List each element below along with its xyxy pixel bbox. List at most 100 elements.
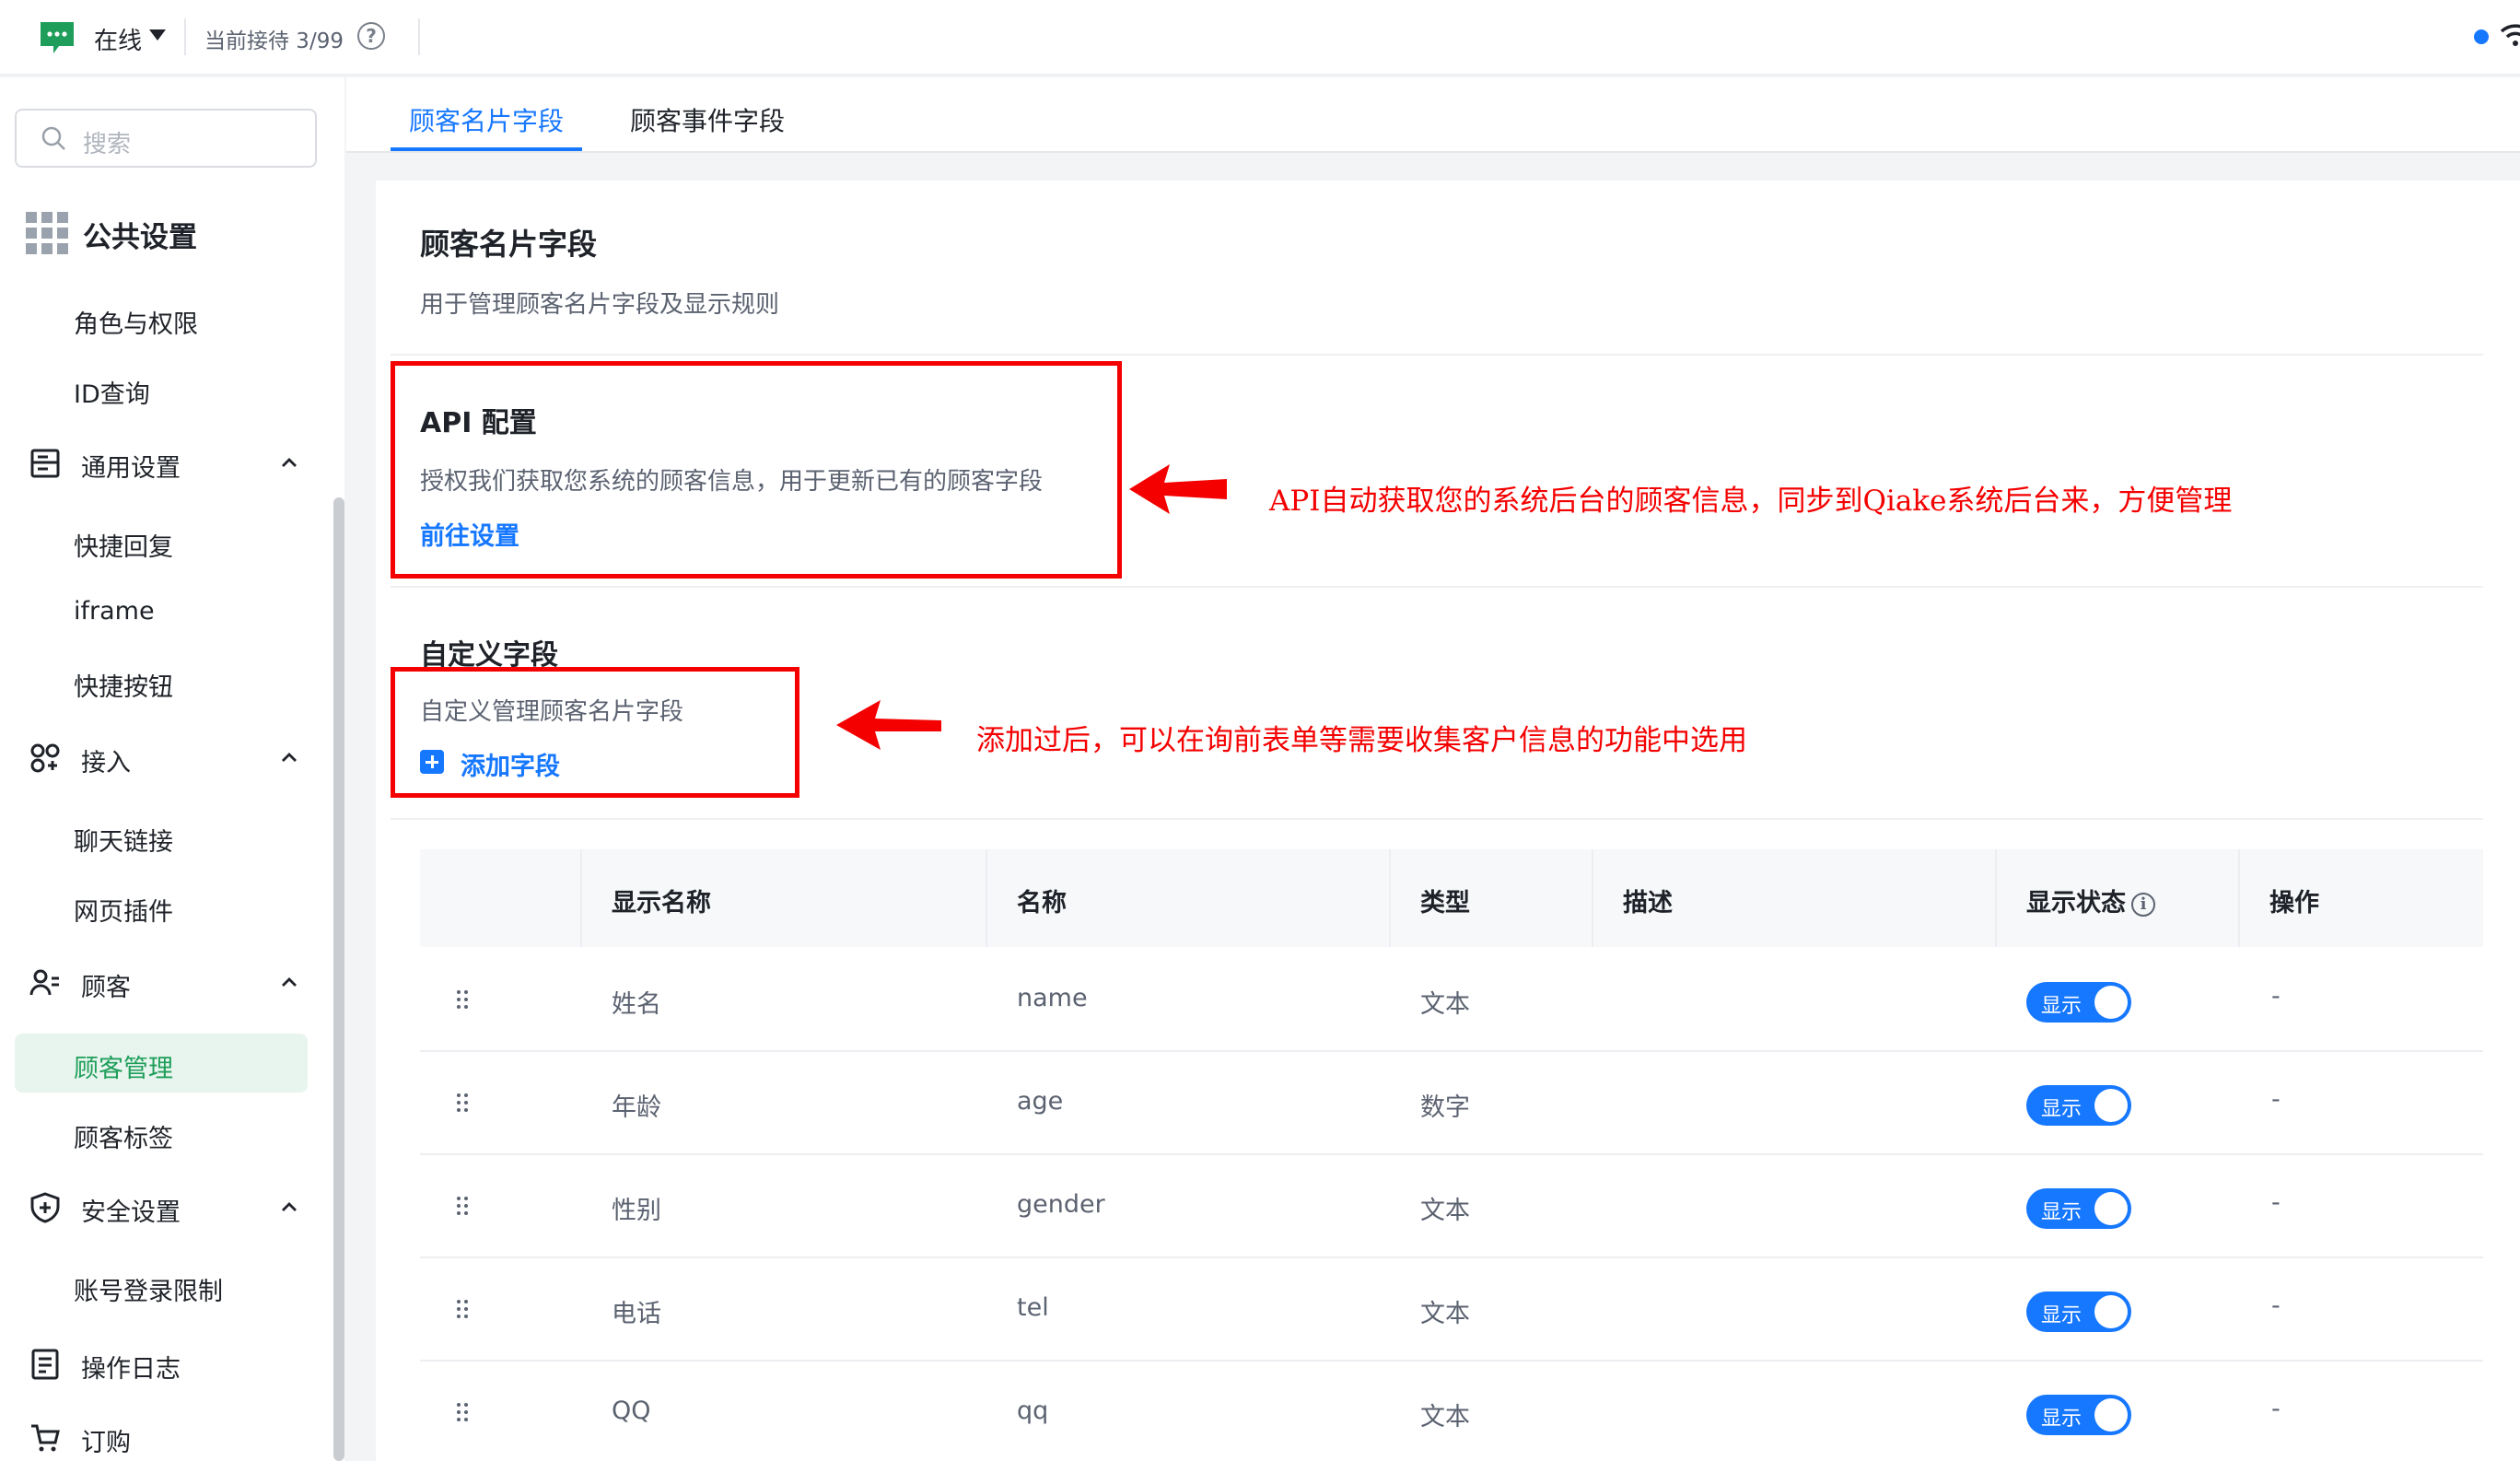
- user-list-icon: [29, 969, 59, 996]
- reception-count: 当前接待 3/99: [204, 29, 344, 53]
- info-icon[interactable]: i: [2131, 893, 2155, 917]
- divider: [391, 354, 2483, 356]
- column-type: 类型: [1420, 889, 1470, 918]
- sidebar-group-access[interactable]: 接入: [0, 730, 344, 785]
- table-header: 显示名称 名称 类型 描述 显示状态 i 操作: [420, 849, 2483, 947]
- tab-bar: 顾客名片字段 顾客事件字段: [346, 77, 2520, 153]
- page-title: 顾客名片字段: [420, 227, 598, 262]
- sidebar-group-customer[interactable]: 顾客: [0, 954, 344, 1010]
- sidebar-item-web-plugin[interactable]: 网页插件: [15, 877, 308, 936]
- online-status[interactable]: 在线: [94, 22, 142, 56]
- arrow-left-icon: [1129, 464, 1227, 514]
- drag-handle-icon[interactable]: [455, 989, 470, 1010]
- connection-dot-icon: [2474, 29, 2489, 44]
- sidebar-item-customer-tags[interactable]: 顾客标签: [15, 1104, 308, 1163]
- chevron-up-icon: [282, 1202, 297, 1211]
- display-toggle[interactable]: 显示: [2026, 982, 2131, 1023]
- sidebar-item-quick-button[interactable]: 快捷按钮: [15, 652, 308, 711]
- cell-type: 文本: [1420, 990, 1470, 1019]
- divider: [184, 18, 186, 55]
- cell-name: age: [1017, 1087, 1064, 1116]
- cell-operation: -: [2271, 1395, 2281, 1423]
- table-row: 年龄 age 数字 显示 -: [420, 1052, 2483, 1155]
- cell-display-name: 性别: [612, 1197, 661, 1225]
- shield-icon: [30, 1192, 60, 1223]
- wifi-icon: [2500, 24, 2520, 46]
- column-description: 描述: [1623, 889, 1673, 918]
- cell-display-name: 姓名: [612, 990, 661, 1019]
- display-toggle[interactable]: 显示: [2026, 1292, 2131, 1332]
- chevron-down-icon[interactable]: [149, 29, 166, 41]
- column-name: 名称: [1017, 889, 1067, 918]
- chevron-up-icon: [282, 977, 297, 987]
- cell-type: 文本: [1420, 1300, 1470, 1328]
- column-divider: [986, 849, 987, 947]
- cart-icon: [31, 1424, 60, 1452]
- cell-type: 数字: [1420, 1093, 1470, 1122]
- cell-operation: -: [2271, 1085, 2281, 1114]
- display-toggle[interactable]: 显示: [2026, 1395, 2131, 1435]
- cell-name: name: [1017, 984, 1088, 1012]
- column-display-status: 显示状态 i: [2026, 882, 2155, 918]
- layout-icon: [30, 449, 60, 478]
- display-toggle[interactable]: 显示: [2026, 1085, 2131, 1126]
- sidebar-item-login-limit[interactable]: 账号登录限制: [15, 1256, 308, 1315]
- cell-operation: -: [2271, 1292, 2281, 1320]
- highlight-box-api: [391, 361, 1122, 579]
- chevron-up-icon: [282, 753, 297, 762]
- tab-customer-card-fields[interactable]: 顾客名片字段: [409, 101, 564, 138]
- cell-type: 文本: [1420, 1403, 1470, 1432]
- drag-handle-icon[interactable]: [455, 1093, 470, 1113]
- cell-name: qq: [1017, 1397, 1049, 1425]
- column-operation: 操作: [2269, 889, 2319, 918]
- sidebar-scrollbar[interactable]: [333, 497, 344, 1461]
- search-placeholder: 搜索: [83, 131, 132, 158]
- tab-customer-event-fields[interactable]: 顾客事件字段: [630, 101, 785, 138]
- sidebar-item-quick-reply[interactable]: 快捷回复: [15, 512, 308, 571]
- annotation-api: API自动获取您的系统后台的顾客信息，同步到Qiake系统后台来，方便管理: [1269, 485, 2233, 518]
- divider: [391, 818, 2483, 820]
- cell-operation: -: [2271, 982, 2281, 1011]
- table-row: 电话 tel 文本 显示 -: [420, 1258, 2483, 1362]
- divider: [418, 18, 420, 55]
- table-row: QQ qq 文本 显示 -: [420, 1362, 2483, 1461]
- sidebar-group-order[interactable]: 订购: [0, 1409, 344, 1461]
- arrow-left-icon: [836, 700, 941, 750]
- drag-handle-icon[interactable]: [455, 1402, 470, 1422]
- cell-display-name: 年龄: [612, 1093, 661, 1122]
- column-divider: [1389, 849, 1391, 947]
- chevron-up-icon: [282, 458, 297, 467]
- table-row: 姓名 name 文本 显示 -: [420, 949, 2483, 1052]
- active-tab-indicator: [391, 147, 582, 151]
- grid-icon: [26, 212, 68, 254]
- sidebar-section-title: 公共设置: [83, 221, 197, 254]
- annotation-custom: 添加过后，可以在询前表单等需要收集客户信息的功能中选用: [976, 724, 1747, 757]
- access-icon: [30, 743, 60, 773]
- sidebar-group-general[interactable]: 通用设置: [0, 435, 344, 490]
- column-divider: [1995, 849, 1997, 947]
- drag-handle-icon[interactable]: [455, 1299, 470, 1319]
- highlight-box-custom: [391, 667, 799, 798]
- drag-handle-icon[interactable]: [455, 1196, 470, 1216]
- sidebar-item-chat-link[interactable]: 聊天链接: [15, 807, 308, 866]
- sidebar-item-roles[interactable]: 角色与权限: [15, 289, 308, 348]
- sidebar-item-id-query[interactable]: ID查询: [15, 359, 308, 418]
- search-input[interactable]: 搜索: [15, 109, 317, 168]
- sidebar: 搜索 公共设置 角色与权限 ID查询 通用设置 快捷回复 iframe 快捷按钮…: [0, 77, 344, 1461]
- search-icon: [41, 126, 65, 150]
- display-toggle[interactable]: 显示: [2026, 1188, 2131, 1229]
- sidebar-item-iframe[interactable]: iframe: [15, 582, 308, 641]
- divider: [391, 586, 2483, 588]
- sidebar-group-op-log[interactable]: 操作日志: [0, 1336, 344, 1391]
- column-divider: [1592, 849, 1593, 947]
- column-display-name: 显示名称: [612, 889, 711, 918]
- top-bar: 在线 当前接待 3/99 ?: [0, 0, 2520, 76]
- log-icon: [31, 1349, 59, 1380]
- cell-display-name: QQ: [612, 1397, 651, 1425]
- cell-type: 文本: [1420, 1197, 1470, 1225]
- cell-name: gender: [1017, 1190, 1105, 1219]
- column-divider: [580, 849, 582, 947]
- question-circle-icon[interactable]: ?: [357, 22, 385, 50]
- sidebar-item-customer-management[interactable]: 顾客管理: [15, 1034, 308, 1093]
- sidebar-group-security[interactable]: 安全设置: [0, 1179, 344, 1234]
